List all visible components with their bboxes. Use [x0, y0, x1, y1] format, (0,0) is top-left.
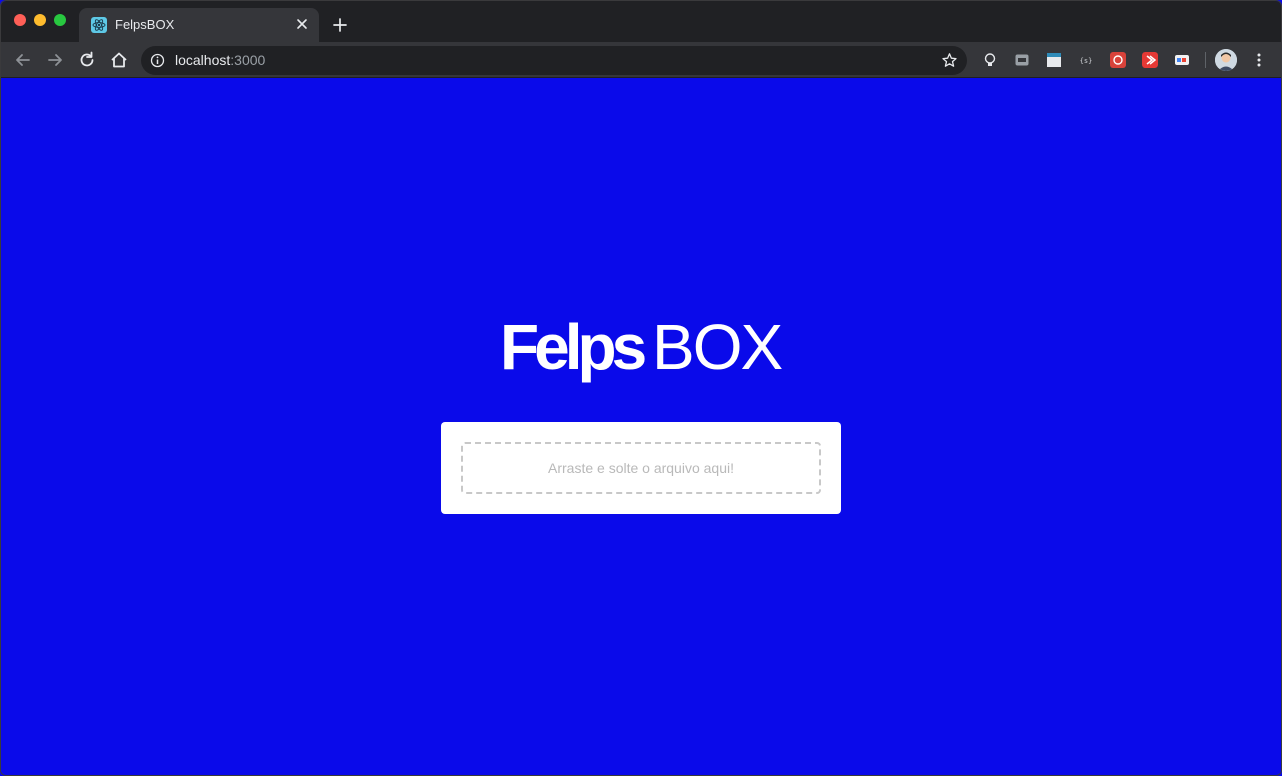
url-host: localhost: [175, 52, 231, 68]
react-devtools-extension-icon[interactable]: [1110, 52, 1126, 68]
maximize-window-button[interactable]: [54, 14, 66, 26]
new-tab-icon[interactable]: [332, 17, 348, 33]
file-dropzone[interactable]: Arraste e solte o arquivo aqui!: [461, 442, 821, 494]
profile-avatar[interactable]: [1215, 49, 1237, 71]
more-menu-icon[interactable]: [1252, 52, 1266, 68]
svg-text:{s}: {s}: [1080, 57, 1093, 65]
info-icon[interactable]: [150, 53, 165, 68]
window-layout-extension-icon[interactable]: [1046, 52, 1062, 68]
colorful-extension-icon[interactable]: [1174, 52, 1190, 68]
lightbulb-extension-icon[interactable]: [982, 52, 998, 68]
logo-bold-text: Felps: [500, 316, 645, 383]
tab-strip: FelpsBOX: [1, 1, 1281, 42]
window-extension-icon[interactable]: [1014, 52, 1030, 68]
back-arrow-icon[interactable]: [13, 50, 33, 70]
tab-felpsbox[interactable]: FelpsBOX: [79, 8, 319, 42]
json-formatter-extension-icon[interactable]: {s}: [1078, 52, 1094, 68]
forward-arrow-icon[interactable]: [45, 50, 65, 70]
home-icon[interactable]: [109, 50, 129, 70]
url-port: :3000: [230, 52, 266, 68]
browser-toolbar: localhost:3000 {s}: [1, 42, 1281, 78]
upload-card: Arraste e solte o arquivo aqui!: [441, 422, 841, 514]
play-extension-icon[interactable]: [1142, 52, 1158, 68]
tab-title: FelpsBOX: [115, 17, 175, 32]
reload-icon[interactable]: [77, 50, 97, 70]
close-icon[interactable]: [295, 17, 309, 31]
logo-light-text: BOX: [652, 316, 782, 383]
dropzone-label: Arraste e solte o arquivo aqui!: [548, 460, 734, 476]
close-window-button[interactable]: [14, 14, 26, 26]
address-bar[interactable]: localhost:3000: [141, 46, 967, 75]
page-content: Felps BOX Arraste e solte o arquivo aqui…: [1, 79, 1281, 775]
felpsbox-logo: Felps BOX: [500, 316, 784, 383]
url-text[interactable]: localhost:3000: [175, 52, 265, 68]
minimize-window-button[interactable]: [34, 14, 46, 26]
browser-window: FelpsBOX localhost:3000 {s} Felps BOX Ar…: [0, 0, 1282, 776]
react-icon: [91, 17, 107, 33]
star-icon[interactable]: [941, 52, 958, 69]
toolbar-separator: [1205, 52, 1206, 68]
